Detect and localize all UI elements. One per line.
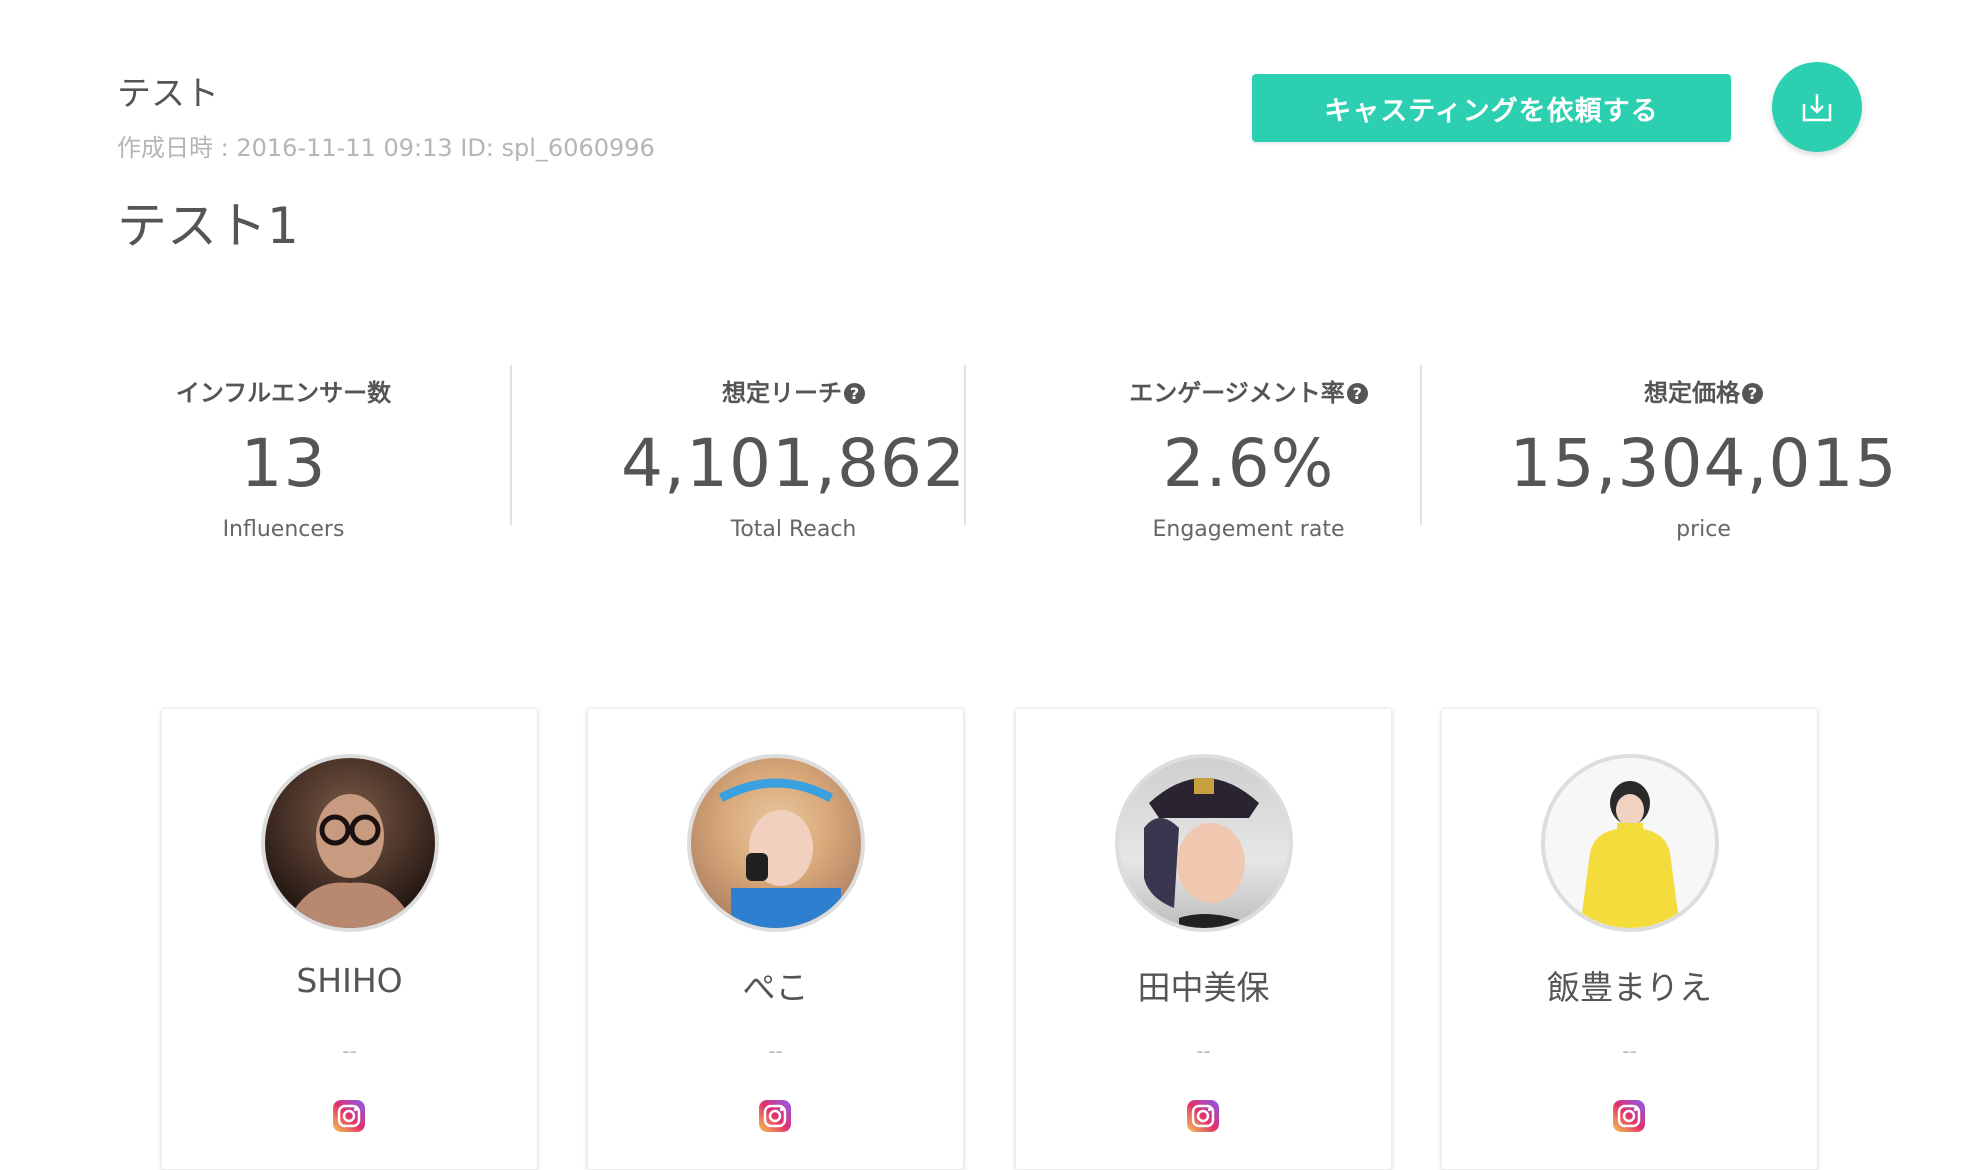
influencer-name: SHIHO bbox=[296, 961, 403, 1000]
stat-value: 2.6% bbox=[1162, 425, 1335, 502]
divider bbox=[510, 365, 512, 525]
stat-sublabel: price bbox=[1676, 517, 1731, 542]
influencer-detail: -- bbox=[1196, 1039, 1211, 1063]
stat-label: インフルエンサー数 bbox=[175, 379, 392, 407]
influencer-card[interactable]: SHIHO -- bbox=[161, 708, 538, 1170]
instagram-icon[interactable] bbox=[1186, 1099, 1220, 1133]
stat-label: 想定価格 bbox=[1644, 379, 1740, 407]
influencer-name: ぺこ bbox=[742, 968, 809, 1007]
instagram-icon[interactable] bbox=[1612, 1099, 1646, 1133]
influencer-card[interactable]: 飯豊まりえ -- bbox=[1441, 708, 1818, 1170]
influencer-detail: -- bbox=[342, 1039, 357, 1063]
stat-sublabel: Engagement rate bbox=[1152, 517, 1345, 542]
stat-label: エンゲージメント率 bbox=[1129, 379, 1345, 407]
influencer-name: 田中美保 bbox=[1137, 968, 1270, 1007]
stat-value: 15,304,015 bbox=[1509, 425, 1898, 502]
help-icon[interactable]: ? bbox=[844, 383, 865, 404]
stat-engagement-rate: エンゲージメント率? 2.6% Engagement rate bbox=[1021, 365, 1476, 565]
influencer-name: 飯豊まりえ bbox=[1547, 968, 1712, 1007]
influencer-detail: -- bbox=[1622, 1039, 1637, 1063]
request-casting-button[interactable]: キャスティングを依頼する bbox=[1252, 74, 1731, 142]
stat-value: 4,101,862 bbox=[621, 425, 966, 502]
stat-price: 想定価格? 15,304,015 price bbox=[1476, 365, 1931, 565]
stat-total-reach: 想定リーチ? 4,101,862 Total Reach bbox=[566, 365, 1021, 565]
avatar bbox=[687, 754, 865, 932]
avatar bbox=[1115, 754, 1293, 932]
avatar bbox=[1541, 754, 1719, 932]
project-label: テスト bbox=[117, 74, 219, 114]
stat-influencers: インフルエンサー数 13 Influencers bbox=[56, 365, 511, 565]
divider bbox=[964, 365, 966, 525]
divider bbox=[1420, 365, 1422, 525]
influencer-card[interactable]: ぺこ -- bbox=[587, 708, 964, 1170]
summary-stats: インフルエンサー数 13 Influencers 想定リーチ? 4,101,86… bbox=[56, 365, 1936, 565]
stat-sublabel: Total Reach bbox=[730, 517, 857, 542]
help-icon[interactable]: ? bbox=[1742, 383, 1763, 404]
influencer-detail: -- bbox=[768, 1039, 783, 1063]
page-title: テスト1 bbox=[117, 197, 299, 255]
instagram-icon[interactable] bbox=[758, 1099, 792, 1133]
stat-value: 13 bbox=[240, 425, 327, 502]
instagram-icon[interactable] bbox=[332, 1099, 366, 1133]
avatar bbox=[261, 754, 439, 932]
help-icon[interactable]: ? bbox=[1346, 383, 1368, 404]
stat-sublabel: Influencers bbox=[222, 517, 345, 542]
download-icon bbox=[1802, 94, 1832, 122]
influencer-card[interactable]: 田中美保 -- bbox=[1015, 708, 1392, 1170]
download-button[interactable] bbox=[1772, 62, 1862, 152]
project-meta: 作成日時 : 2016-11-11 09:13 ID: spl_6060996 bbox=[117, 134, 655, 162]
stat-label: 想定リーチ bbox=[722, 379, 842, 407]
